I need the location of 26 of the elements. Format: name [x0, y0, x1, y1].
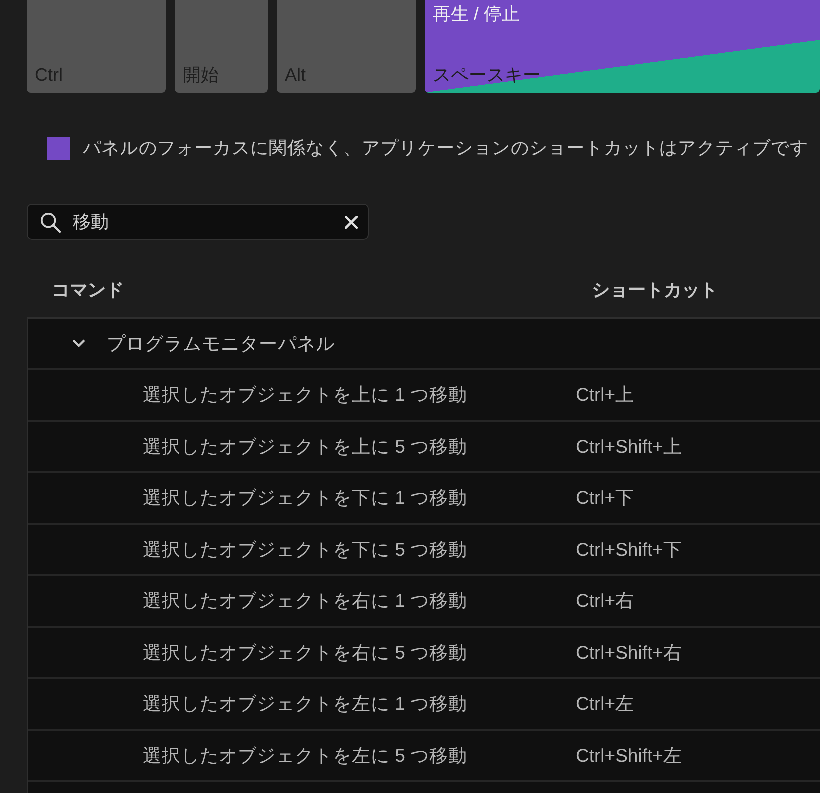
- command-cell-text: 選択したオブジェクトを上に 5 つ移動: [143, 434, 468, 459]
- shortcut-cell-text: Ctrl+右: [576, 589, 635, 614]
- close-icon: [345, 216, 358, 228]
- legend-text: パネルのフォーカスに関係なく、アプリケーションのショートカットはアクティブです: [83, 137, 808, 160]
- command-cell-text: 選択したオブジェクトを左に 5 つ移動: [143, 744, 468, 768]
- shortcut-cell-text: Ctrl+Shift+下: [576, 538, 682, 562]
- shortcut-cell-text: Ctrl+Shift+左: [576, 744, 682, 768]
- column-header[interactable]: コマンド: [52, 278, 124, 302]
- command-cell-text: 選択したオブジェクトを左に 1 つ移動: [143, 692, 468, 716]
- chevron-icon[interactable]: [72, 339, 86, 348]
- keyboard-key[interactable]: 再生 / 停止 スペースキー: [425, 0, 820, 93]
- command-cell-text: 選択したオブジェクトを下に 5 つ移動: [143, 538, 468, 562]
- search-field[interactable]: 移動: [27, 204, 369, 240]
- command-cell-text: 選択したオブジェクトを下に 1 つ移動: [143, 486, 468, 510]
- search-icon: [40, 212, 61, 232]
- group-name[interactable]: プログラムモニターパネル: [107, 331, 335, 356]
- shortcut-cell-text: Ctrl+Shift+右: [576, 640, 682, 665]
- shortcut-cell-text: Ctrl+Shift+上: [576, 434, 682, 459]
- shortcut-cell-text: Ctrl+左: [576, 692, 635, 716]
- column-header[interactable]: ショートカット: [592, 278, 718, 302]
- shortcut-cell-text: Ctrl+上: [576, 383, 635, 408]
- command-cell-text: 選択したオブジェクトを右に 1 つ移動: [143, 589, 468, 614]
- command-cell-text: 選択したオブジェクトを上に 1 つ移動: [143, 383, 468, 408]
- shortcut-cell-text: Ctrl+下: [576, 486, 635, 510]
- command-cell-text: 選択したオブジェクトを右に 5 つ移動: [143, 640, 468, 665]
- clear-button[interactable]: [345, 216, 358, 228]
